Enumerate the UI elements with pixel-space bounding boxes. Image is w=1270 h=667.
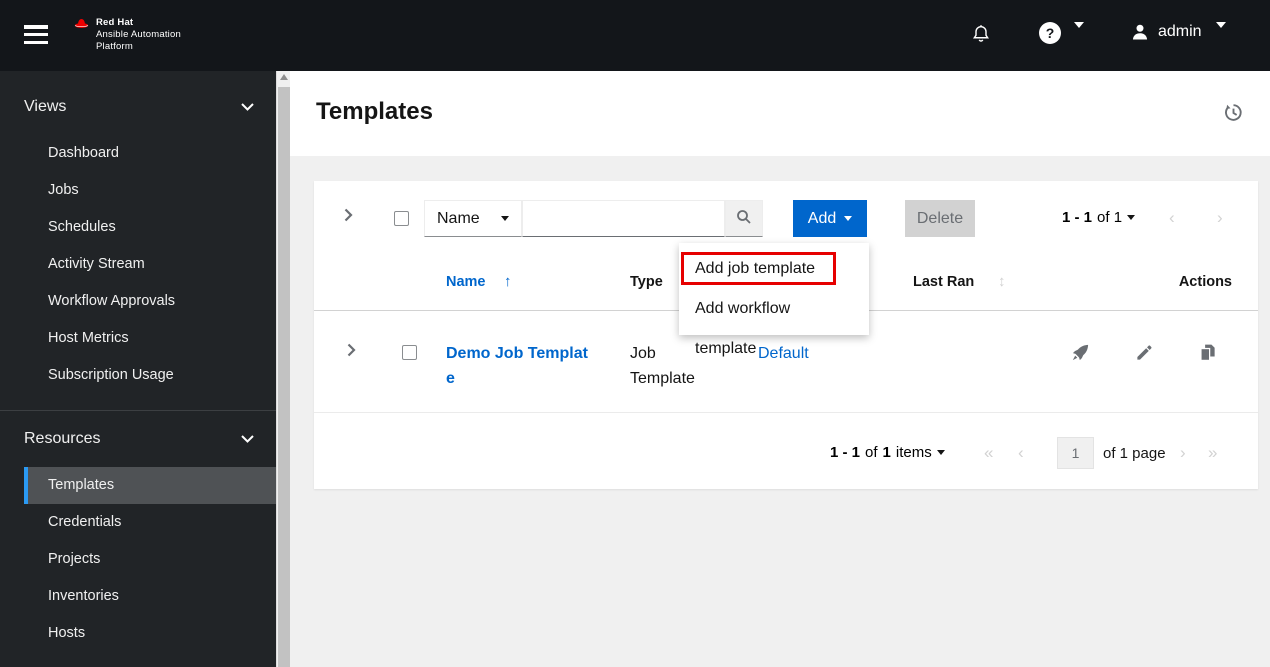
filter-type-select[interactable]: Name — [424, 200, 522, 237]
add-button[interactable]: Add — [793, 200, 867, 237]
last-page-icon[interactable]: » — [1208, 443, 1217, 463]
footer-of-word: of — [865, 444, 878, 461]
user-chevron-down-icon[interactable] — [1216, 22, 1226, 43]
add-button-label: Add — [807, 209, 837, 227]
footer-total: 1 — [882, 444, 891, 461]
add-dropdown-menu: Add job template Add workflow template — [679, 243, 869, 357]
footer-range: 1 - 1 — [830, 444, 861, 461]
toolbar-prev-page-icon[interactable]: ‹ — [1169, 208, 1175, 228]
sidebar-item-credentials[interactable]: Credentials — [0, 504, 276, 541]
column-header-name[interactable]: Name — [446, 274, 486, 290]
sidebar-nav: Views Dashboard Jobs Schedules Activity … — [0, 71, 276, 667]
masthead: Red Hat Ansible Automation Platform ? ad… — [0, 0, 1270, 71]
toolbar-pagination-count[interactable]: 1 - 1 of 1 — [1062, 209, 1136, 226]
sidebar-item-activity-stream[interactable]: Activity Stream — [0, 246, 276, 283]
sidebar-item-jobs[interactable]: Jobs — [0, 172, 276, 209]
filter-type-label: Name — [437, 209, 480, 227]
sidebar-item-schedules[interactable]: Schedules — [0, 209, 276, 246]
sidebar-item-subscription-usage[interactable]: Subscription Usage — [0, 357, 276, 394]
resources-section-label: Resources — [24, 430, 101, 447]
sort-ascending-icon[interactable]: ↑ — [504, 273, 512, 290]
column-header-last-ran[interactable]: Last Ran — [913, 274, 974, 290]
views-section-label: Views — [24, 98, 67, 115]
sort-both-icon[interactable]: ↕ — [998, 273, 1006, 290]
app-window: Red Hat Ansible Automation Platform ? ad… — [0, 0, 1270, 667]
scrollbar-thumb[interactable] — [278, 87, 290, 667]
edit-pencil-icon[interactable] — [1135, 343, 1154, 365]
chevron-down-icon — [241, 98, 254, 116]
page-header: Templates — [290, 71, 1270, 156]
page-number-input[interactable] — [1057, 437, 1094, 469]
launch-rocket-icon[interactable] — [1071, 343, 1090, 365]
sidebar-item-host-metrics[interactable]: Host Metrics — [0, 320, 276, 357]
copy-icon[interactable] — [1198, 343, 1217, 365]
brand-line-3: Platform — [96, 41, 133, 52]
sidebar-item-projects[interactable]: Projects — [0, 541, 276, 578]
templates-list-card: Name Add Delete 1 - 1 of 1 ‹ › Name ↑ Ty… — [314, 181, 1258, 489]
history-icon[interactable] — [1223, 102, 1244, 126]
organization-link[interactable]: Default — [758, 341, 809, 366]
template-name-link[interactable]: Demo Job Template — [446, 341, 596, 391]
row-checkbox[interactable] — [402, 345, 417, 360]
sidebar-item-dashboard[interactable]: Dashboard — [0, 135, 276, 172]
redhat-fedora-icon — [73, 17, 90, 35]
help-chevron-down-icon[interactable] — [1074, 22, 1084, 43]
brand-line-1: Red Hat — [96, 17, 134, 28]
sidebar-item-hosts[interactable]: Hosts — [0, 615, 276, 652]
footer-items-per-page[interactable]: 1 - 1 of 1 items — [830, 444, 945, 461]
page-count-label: of 1 page — [1103, 445, 1166, 462]
scrollbar-up-arrow[interactable] — [280, 74, 288, 80]
expand-all-chevron-icon[interactable] — [344, 208, 353, 225]
column-header-type: Type — [630, 274, 663, 290]
pagination-of: of 1 — [1097, 209, 1123, 226]
search-button[interactable] — [725, 200, 763, 237]
prev-page-icon[interactable]: ‹ — [1018, 443, 1024, 463]
brand-logo: Red Hat Ansible Automation Platform — [73, 17, 181, 53]
sidebar-item-inventories[interactable]: Inventories — [0, 578, 276, 615]
row-expand-chevron-icon[interactable] — [347, 343, 356, 360]
chevron-down-icon — [844, 216, 853, 221]
table-row-border — [314, 412, 1258, 413]
user-menu-button[interactable]: admin — [1158, 23, 1202, 41]
resources-nav-list: Templates Credentials Projects Inventori… — [0, 467, 276, 652]
sidebar-item-workflow-approvals[interactable]: Workflow Approvals — [0, 283, 276, 320]
help-icon[interactable]: ? — [1039, 22, 1061, 44]
page-title: Templates — [316, 98, 433, 125]
chevron-down-icon — [936, 450, 945, 455]
pagination-range: 1 - 1 — [1062, 209, 1093, 226]
menu-item-add-workflow-template[interactable]: Add workflow template — [679, 289, 869, 357]
sidebar-section-views[interactable]: Views — [0, 91, 276, 123]
next-page-icon[interactable]: › — [1180, 443, 1186, 463]
views-nav-list: Dashboard Jobs Schedules Activity Stream… — [0, 135, 276, 394]
chevron-down-icon — [241, 430, 254, 448]
delete-button[interactable]: Delete — [905, 200, 975, 237]
sidebar-divider — [0, 410, 276, 411]
footer-items-word: items — [895, 444, 932, 461]
column-header-actions: Actions — [1178, 274, 1232, 290]
select-all-checkbox[interactable] — [394, 211, 409, 226]
first-page-icon[interactable]: « — [984, 443, 993, 463]
menu-item-add-job-template[interactable]: Add job template — [679, 249, 869, 289]
chevron-down-icon — [501, 216, 509, 221]
notifications-bell-icon[interactable] — [971, 23, 991, 48]
vertical-scrollbar[interactable] — [276, 71, 290, 667]
sidebar-section-resources[interactable]: Resources — [0, 423, 276, 455]
search-icon — [735, 208, 753, 229]
brand-line-2: Ansible Automation — [96, 29, 181, 40]
chevron-down-icon — [1127, 215, 1136, 220]
search-input[interactable] — [522, 200, 725, 237]
nav-toggle-button[interactable] — [24, 25, 48, 44]
sidebar-item-templates[interactable]: Templates — [24, 467, 276, 504]
toolbar-next-page-icon[interactable]: › — [1217, 208, 1223, 228]
user-icon[interactable] — [1130, 22, 1150, 45]
